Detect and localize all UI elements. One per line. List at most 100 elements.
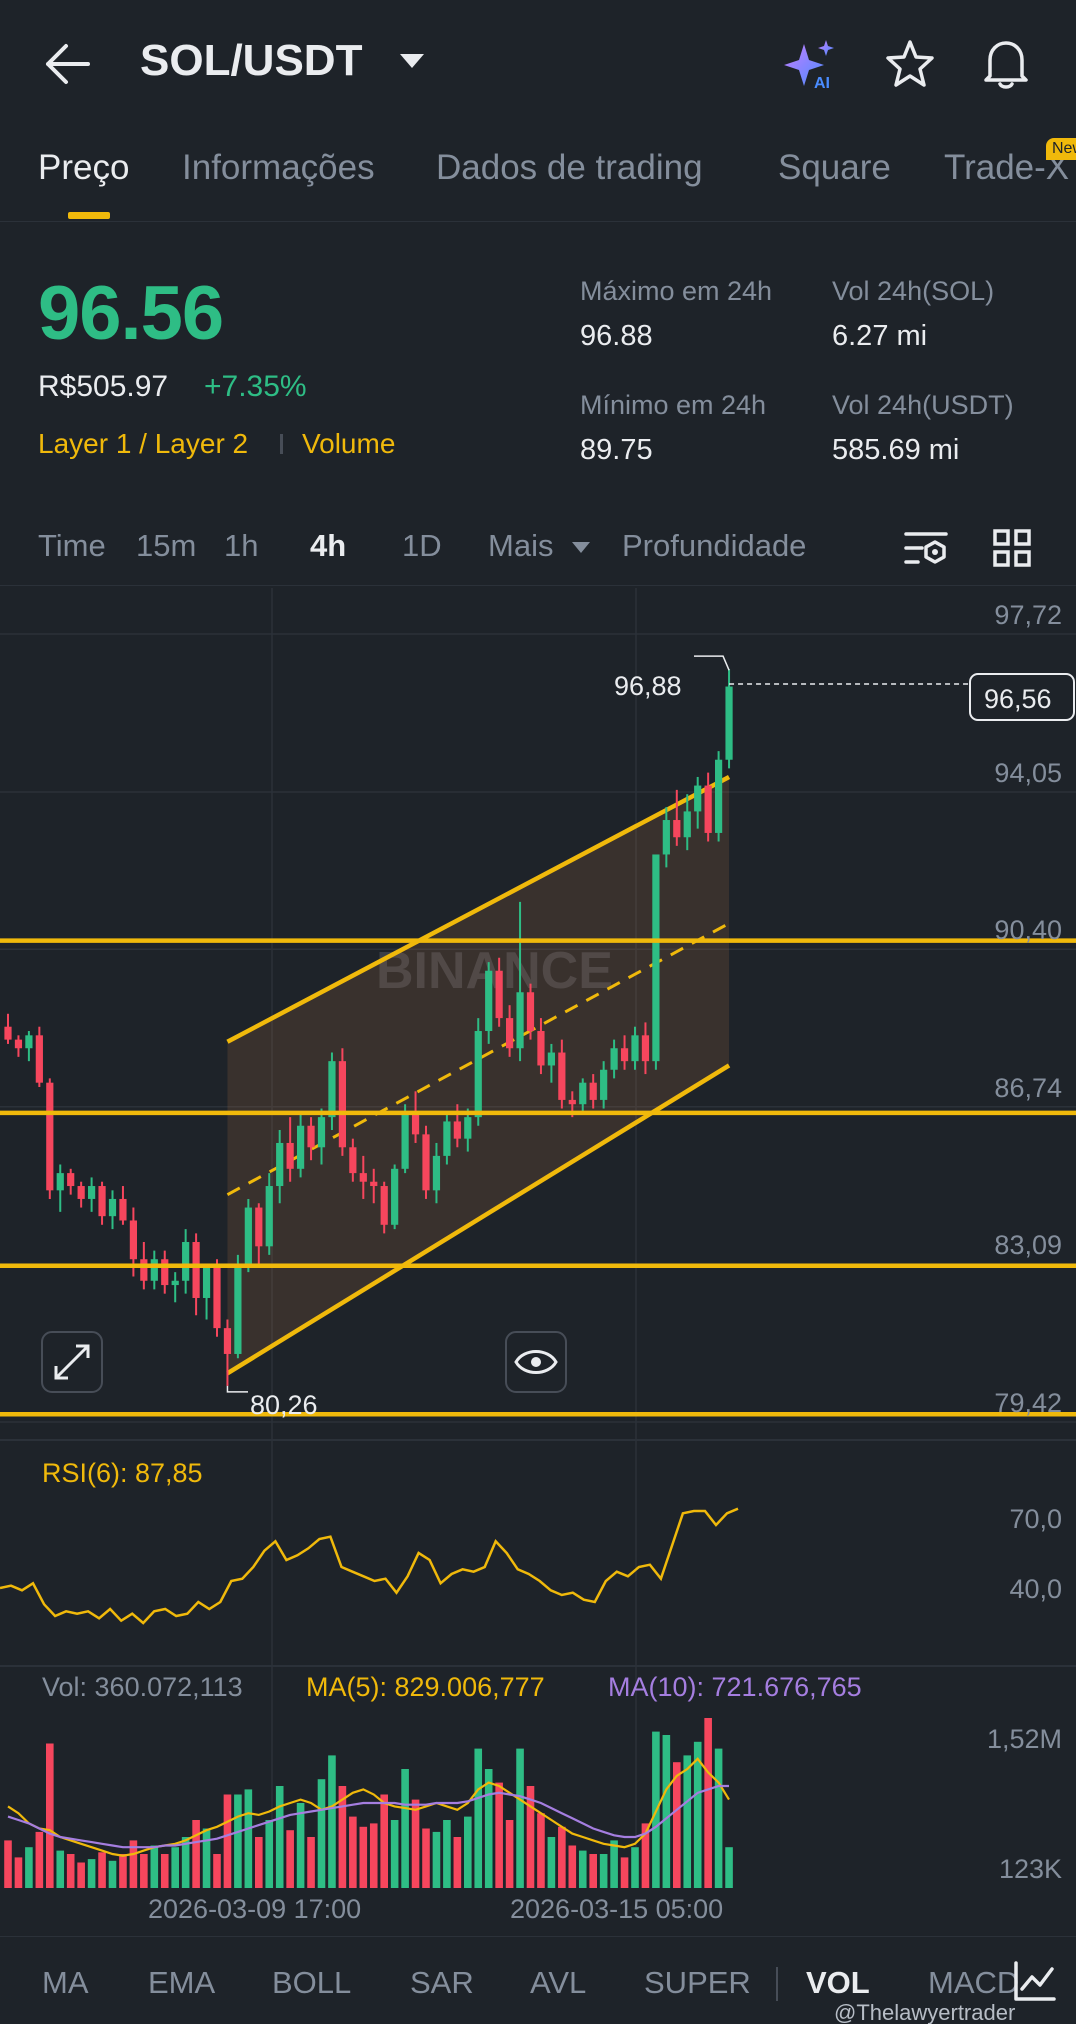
- layout-grid-icon[interactable]: [992, 528, 1032, 568]
- volume-ma10-line: [7, 1784, 729, 1849]
- tab-preco[interactable]: Preço: [38, 148, 129, 188]
- indicator-ma[interactable]: MA: [42, 1965, 89, 2001]
- volume-bar-36: [380, 1794, 388, 1888]
- candle-body-10: [108, 1198, 117, 1217]
- price-change-percent: +7.35%: [204, 370, 307, 403]
- rsi-tick-0: 70,0: [1009, 1504, 1062, 1534]
- candle-body-55: [579, 1082, 587, 1105]
- candle-body-23: [244, 1207, 252, 1264]
- indicator-macd[interactable]: MACD: [928, 1965, 1019, 2001]
- rsi-axis: 70,0 40,0: [1009, 1504, 1062, 1604]
- volume-bar-68: [714, 1748, 723, 1888]
- candlestick-chart[interactable]: BINANCE 97,7294,0590,4086,7483,0979,42 9…: [0, 588, 1076, 1936]
- volume-bar-22: [234, 1794, 242, 1888]
- candle-body-34: [359, 1173, 367, 1182]
- visibility-toggle-button[interactable]: [505, 1331, 567, 1393]
- indicator-ema[interactable]: EMA: [148, 1965, 215, 2001]
- interval-1h[interactable]: 1h: [224, 528, 258, 564]
- candle-body-11: [119, 1198, 127, 1221]
- volume-bar-20: [213, 1854, 221, 1888]
- author-watermark: @Thelawyertrader: [834, 2000, 1016, 2024]
- tab-square[interactable]: Square: [778, 148, 891, 188]
- high-24h-value: 96.88: [580, 320, 653, 352]
- low-24h-value: 89.75: [580, 434, 653, 466]
- volume-bar-45: [474, 1748, 483, 1888]
- candle-body-62: [652, 854, 660, 1062]
- candle-body-35: [370, 1181, 378, 1187]
- price-axis: 97,72 94,05 90,40 86,74 83,09 79,42: [994, 600, 1062, 1418]
- volume-ma5-line: [7, 1757, 730, 1857]
- back-arrow-icon[interactable]: [40, 38, 92, 90]
- volume-bar-23: [244, 1789, 253, 1888]
- candle-body-8: [88, 1186, 96, 1199]
- candle-body-67: [704, 785, 712, 833]
- interval-1d[interactable]: 1D: [402, 528, 442, 564]
- candle-body-69: [725, 686, 733, 760]
- indicator-vol[interactable]: VOL: [806, 1965, 870, 2001]
- notification-bell-icon[interactable]: [980, 36, 1032, 90]
- indicator-boll[interactable]: BOLL: [272, 1965, 351, 2001]
- candle-body-12: [129, 1220, 137, 1260]
- candle-body-20: [213, 1267, 221, 1329]
- candle-body-13: [140, 1259, 148, 1281]
- candle-body-33: [349, 1147, 357, 1174]
- category-tag-layer[interactable]: Layer 1 / Layer 2: [38, 428, 248, 460]
- indicator-super[interactable]: SUPER: [644, 1965, 751, 2001]
- trading-pair-title[interactable]: SOL/USDT: [140, 36, 362, 86]
- candle-body-28: [297, 1125, 305, 1169]
- candle-body-52: [547, 1052, 555, 1066]
- candle-body-19: [202, 1267, 211, 1298]
- volume-bar-39: [411, 1799, 420, 1888]
- fullscreen-button[interactable]: [41, 1331, 103, 1393]
- volume-bar-34: [359, 1826, 368, 1888]
- indicator-avl[interactable]: AVL: [530, 1965, 586, 2001]
- section-tabs: Preço Informações Dados de trading Squar…: [0, 130, 1076, 222]
- candle-body-42: [443, 1121, 451, 1156]
- candle-body-59: [620, 1048, 629, 1062]
- volume-bar-1: [14, 1857, 23, 1888]
- candle-body-39: [411, 1112, 420, 1135]
- vol-usdt-label: Vol 24h(USDT): [832, 390, 1014, 420]
- indicator-sar[interactable]: SAR: [410, 1965, 474, 2001]
- svg-text:AI: AI: [814, 75, 830, 90]
- volume-bar-33: [349, 1816, 357, 1888]
- more-caret-icon[interactable]: [572, 542, 590, 553]
- volume-bar-31: [328, 1755, 336, 1888]
- volume-bar-40: [422, 1828, 430, 1888]
- chart-settings-icon[interactable]: [904, 528, 948, 570]
- pair-dropdown-caret-icon[interactable]: [400, 54, 424, 68]
- candle-body-44: [464, 1117, 472, 1139]
- low-marker-leader: [226, 1385, 248, 1393]
- indicator-settings-icon[interactable]: [1012, 1959, 1058, 2003]
- candle-body-46: [485, 970, 493, 1032]
- volume-bar-43: [453, 1837, 462, 1888]
- rsi-series: [0, 1507, 739, 1625]
- price-tick-2: 90,40: [994, 915, 1062, 945]
- volume-axis: 1,52M 123K: [987, 1724, 1062, 1884]
- candle-body-22: [234, 1263, 242, 1354]
- candle-body-21: [223, 1328, 232, 1354]
- ai-sparkle-icon[interactable]: AI: [784, 38, 840, 90]
- candle-body-3: [35, 1035, 43, 1083]
- volume-bar-10: [108, 1860, 117, 1888]
- price-tick-3: 86,74: [994, 1073, 1062, 1103]
- interval-4h[interactable]: 4h: [310, 528, 346, 564]
- volume-bar-2: [25, 1847, 33, 1888]
- price-tick-4: 83,09: [994, 1230, 1062, 1260]
- candle-body-7: [77, 1186, 85, 1199]
- interval-time[interactable]: Time: [38, 528, 106, 564]
- candle-body-25: [265, 1186, 273, 1247]
- active-tab-indicator: [68, 212, 110, 219]
- volume-bar-52: [547, 1837, 556, 1888]
- volume-bar-46: [484, 1769, 493, 1888]
- interval-depth[interactable]: Profundidade: [622, 528, 806, 564]
- candle-body-58: [610, 1048, 618, 1070]
- interval-15m[interactable]: 15m: [136, 528, 196, 564]
- favorite-star-icon[interactable]: [884, 38, 936, 90]
- tab-dados-de-trading[interactable]: Dados de trading: [436, 148, 703, 188]
- candle-body-57: [600, 1069, 608, 1100]
- interval-more[interactable]: Mais: [488, 528, 553, 564]
- candle-body-16: [171, 1280, 179, 1286]
- tab-informacoes[interactable]: Informações: [182, 148, 375, 188]
- category-tag-volume[interactable]: Volume: [302, 428, 395, 460]
